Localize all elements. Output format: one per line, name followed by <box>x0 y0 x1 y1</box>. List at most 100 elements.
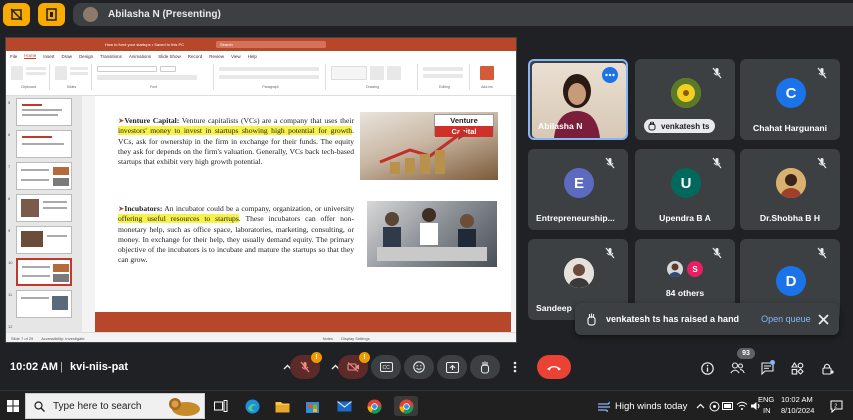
chrome-app[interactable] <box>364 396 384 416</box>
shapes-gallery[interactable] <box>331 66 367 80</box>
participant-tile-entrepreneurship[interactable]: E Entrepreneurship... <box>528 149 628 230</box>
chat-button[interactable] <box>758 359 776 377</box>
menu-insert[interactable]: Insert <box>43 54 54 59</box>
copy-button[interactable] <box>26 72 46 75</box>
ppt-window-title: How to fund your startups • Saved to thi… <box>105 42 184 47</box>
slide-thumbnail[interactable] <box>16 226 72 254</box>
accessibility-status[interactable]: Accessibility: Investigate <box>41 336 84 341</box>
menu-slideshow[interactable]: Slide Show <box>158 54 181 59</box>
person-avatar-graphic <box>776 168 806 198</box>
slide-thumbnail[interactable] <box>16 290 72 318</box>
ppt-search-box[interactable]: Search <box>216 41 326 48</box>
tile-options-button[interactable] <box>602 67 618 83</box>
menu-view[interactable]: View <box>231 54 241 59</box>
slide-thumbnail[interactable] <box>16 162 72 190</box>
camera-toggle-button[interactable]: ! <box>338 352 370 379</box>
paragraph-buttons-row2[interactable] <box>219 75 319 79</box>
slide-thumbnail-selected[interactable] <box>16 258 72 286</box>
store-app[interactable] <box>302 396 322 416</box>
slide-thumbnail[interactable] <box>16 130 72 158</box>
host-controls-button[interactable] <box>818 359 836 377</box>
font-name-select[interactable] <box>97 66 157 72</box>
warning-button[interactable] <box>3 3 30 26</box>
menu-transitions[interactable]: Transitions <box>100 54 122 59</box>
menu-animations[interactable]: Animations <box>129 54 151 59</box>
battery-button[interactable] <box>721 396 735 416</box>
windows-logo-icon <box>7 400 19 412</box>
people-button[interactable] <box>728 359 746 377</box>
ribbon-label-drawing: Drawing <box>366 85 379 89</box>
taskbar-search-box[interactable]: Type here to search <box>25 393 205 419</box>
tray-app-button[interactable] <box>707 396 721 416</box>
participant-name: Dr.Shobha B H <box>759 213 821 223</box>
paragraph-buttons-row1[interactable] <box>219 67 319 71</box>
language-line-2[interactable]: IN <box>763 406 771 415</box>
slide-canvas[interactable]: ➤Venture Capital: Venture capitalists (V… <box>95 96 511 332</box>
thumb-text-line <box>43 207 67 209</box>
participant-tile-chahat[interactable]: C Chahat Hargunani <box>740 59 840 140</box>
thumb-image <box>53 178 69 186</box>
slide-thumbnail[interactable] <box>16 194 72 222</box>
chrome-app-active[interactable] <box>394 396 418 416</box>
thumb-number: 11 <box>8 292 13 297</box>
leave-call-button[interactable] <box>537 355 571 379</box>
font-format-buttons[interactable] <box>97 75 197 80</box>
participant-tile-abilasha[interactable]: Abilasha N <box>528 59 628 140</box>
cut-button[interactable] <box>26 67 46 70</box>
menu-help[interactable]: Help <box>248 54 257 59</box>
presentation-button[interactable] <box>38 3 65 26</box>
reactions-button[interactable] <box>404 355 434 379</box>
participant-tile-shobha[interactable]: Dr.Shobha B H <box>740 149 840 230</box>
replace-button[interactable] <box>423 74 463 78</box>
menu-file[interactable]: File <box>10 54 17 59</box>
find-button[interactable] <box>423 67 463 71</box>
start-button[interactable] <box>3 396 23 416</box>
menu-draw[interactable]: Draw <box>62 54 73 59</box>
language-line-1[interactable]: ENG <box>758 395 774 404</box>
addins-button[interactable] <box>480 66 494 80</box>
captions-icon: CC <box>379 362 393 372</box>
font-size-select[interactable] <box>160 66 176 72</box>
arrange-button[interactable] <box>370 66 384 80</box>
wifi-button[interactable] <box>735 396 749 416</box>
participant-tile-venkatesh[interactable]: venkatesh ts <box>635 59 735 140</box>
activities-button[interactable] <box>788 359 806 377</box>
taskbar-clock-date[interactable]: 8/10/2024 <box>781 406 814 415</box>
paste-button[interactable] <box>11 66 23 80</box>
edge-app[interactable] <box>242 396 262 416</box>
slide-thumbnail[interactable] <box>16 98 72 126</box>
layout-button[interactable] <box>70 67 88 70</box>
meeting-details-button[interactable] <box>698 359 716 377</box>
present-screen-button[interactable] <box>437 355 467 379</box>
task-view-button[interactable] <box>211 396 231 416</box>
weather-widget[interactable] <box>594 396 614 416</box>
participant-tile-upendra[interactable]: U Upendra B A <box>635 149 735 230</box>
ribbon-label-slides: Slides <box>66 85 77 89</box>
new-slide-button[interactable] <box>55 66 67 80</box>
menu-home[interactable]: Home <box>24 53 37 59</box>
thumb-text-line <box>43 201 67 203</box>
notes-button[interactable]: Notes <box>323 336 333 341</box>
open-queue-link[interactable]: Open queue <box>761 314 811 324</box>
taskbar-clock-time[interactable]: 10:02 AM <box>781 395 813 404</box>
notifications-button[interactable]: 2 <box>826 396 846 416</box>
reset-button[interactable] <box>70 72 88 75</box>
menu-review[interactable]: Review <box>209 54 224 59</box>
mail-app[interactable] <box>334 396 354 416</box>
weather-text[interactable]: High winds today <box>615 401 687 412</box>
raise-hand-button[interactable] <box>470 355 500 379</box>
menu-record[interactable]: Record <box>188 54 203 59</box>
display-settings-button[interactable]: Display Settings <box>341 336 370 341</box>
tray-overflow-button[interactable] <box>693 396 707 416</box>
quick-styles-button[interactable] <box>387 66 401 80</box>
captions-button[interactable]: CC <box>371 355 401 379</box>
ppt-menubar: File Home Insert Draw Design Transitions… <box>6 51 516 61</box>
ribbon-group-drawing: Drawing <box>328 64 418 90</box>
menu-design[interactable]: Design <box>79 54 93 59</box>
more-options-button[interactable] <box>504 355 526 379</box>
close-icon[interactable] <box>818 313 829 325</box>
slide-thumbnail-pane[interactable]: 5 6 7 8 9 10 11 12 <box>6 96 82 332</box>
mic-toggle-button[interactable]: ! <box>290 352 322 379</box>
incubator-paragraph: ➤Incubators: An incubator could be a com… <box>118 204 354 265</box>
file-explorer-app[interactable] <box>272 396 292 416</box>
